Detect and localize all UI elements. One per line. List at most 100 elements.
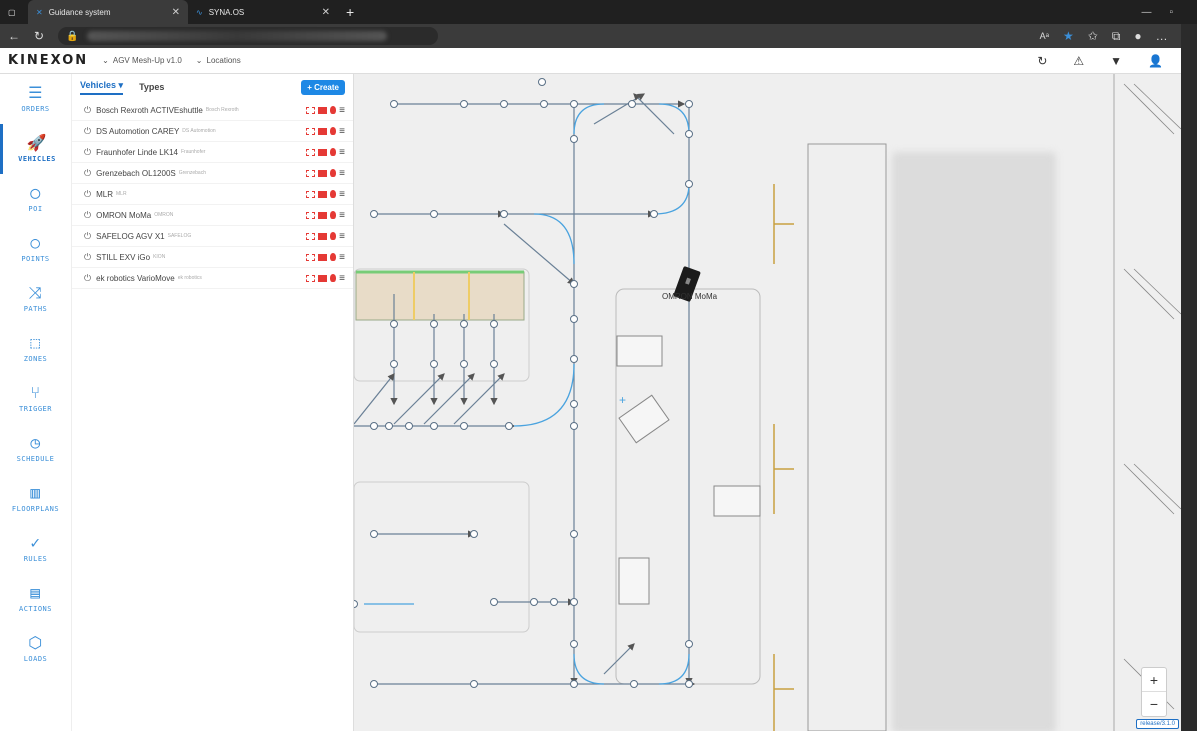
path-node[interactable]: [570, 422, 578, 430]
read-aloud-icon[interactable]: Aᵃ: [1040, 31, 1049, 41]
favorites-icon[interactable]: ✩: [1088, 29, 1098, 43]
power-icon[interactable]: ⏻: [84, 210, 91, 221]
zone-icon[interactable]: [306, 274, 316, 282]
nav-item-points[interactable]: ○ POINTS: [0, 224, 71, 274]
zone-icon[interactable]: [306, 232, 316, 240]
path-node[interactable]: [570, 280, 578, 288]
path-node[interactable]: [354, 600, 358, 608]
path-node[interactable]: [370, 422, 378, 430]
browser-tab-guidance[interactable]: ✕ Guidance system ✕: [28, 0, 188, 24]
nav-item-paths[interactable]: ⤨ PATHS: [0, 274, 71, 324]
nav-item-rules[interactable]: ✓ RULES: [0, 524, 71, 574]
path-node[interactable]: [385, 422, 393, 430]
path-node[interactable]: [430, 360, 438, 368]
path-node[interactable]: [570, 598, 578, 606]
back-icon[interactable]: ←: [8, 29, 20, 43]
path-node[interactable]: [490, 598, 498, 606]
zoom-in-button[interactable]: +: [1142, 668, 1166, 692]
path-node[interactable]: [430, 422, 438, 430]
path-node[interactable]: [685, 130, 693, 138]
power-icon[interactable]: ⏻: [84, 252, 91, 263]
star-icon[interactable]: ★: [1063, 29, 1074, 43]
path-node[interactable]: [570, 135, 578, 143]
stop-icon[interactable]: [318, 169, 328, 177]
nav-item-trigger[interactable]: ⑂ TRIGGER: [0, 374, 71, 424]
profile-icon[interactable]: ●: [1134, 29, 1141, 43]
path-node[interactable]: [570, 355, 578, 363]
create-button[interactable]: + Create: [301, 79, 345, 95]
zone-icon[interactable]: [306, 211, 316, 219]
path-node[interactable]: [570, 400, 578, 408]
path-node[interactable]: [470, 680, 478, 688]
close-icon[interactable]: ✕: [172, 7, 180, 18]
vehicle-row[interactable]: ⏻ MLR MLR ≡: [72, 184, 353, 205]
vehicle-row[interactable]: ⏻ Grenzebach OL1200S Grenzebach ≡: [72, 163, 353, 184]
fire-icon[interactable]: [330, 253, 337, 261]
path-node[interactable]: [505, 422, 513, 430]
menu-icon[interactable]: ≡: [339, 168, 345, 179]
tab-actions-icon[interactable]: ▢: [0, 0, 28, 24]
zone-icon[interactable]: [306, 253, 316, 261]
map-canvas[interactable]: OMRON MoMa +: [354, 74, 1181, 731]
menu-icon[interactable]: ≡: [339, 231, 345, 242]
vehicle-row[interactable]: ⏻ SAFELOG AGV X1 SAFELOG ≡: [72, 226, 353, 247]
zone-icon[interactable]: [306, 106, 316, 114]
path-node[interactable]: [685, 640, 693, 648]
power-icon[interactable]: ⏻: [84, 168, 91, 179]
zone-icon[interactable]: [306, 190, 316, 198]
path-node[interactable]: [570, 100, 578, 108]
path-node[interactable]: [538, 78, 546, 86]
path-node[interactable]: [370, 530, 378, 538]
path-node[interactable]: [460, 100, 468, 108]
nav-item-actions[interactable]: ▤ ACTIONS: [0, 574, 71, 624]
path-node[interactable]: [570, 315, 578, 323]
path-node[interactable]: [500, 210, 508, 218]
menu-icon[interactable]: ≡: [339, 210, 345, 221]
zone-icon[interactable]: [306, 148, 316, 156]
power-icon[interactable]: ⏻: [84, 273, 91, 284]
menu-icon[interactable]: ≡: [339, 252, 345, 263]
path-node[interactable]: [550, 598, 558, 606]
fire-icon[interactable]: [330, 106, 337, 114]
menu-icon[interactable]: ≡: [339, 147, 345, 158]
menu-icon[interactable]: ≡: [339, 273, 345, 284]
path-node[interactable]: [460, 360, 468, 368]
fire-icon[interactable]: [330, 232, 337, 240]
vehicle-row[interactable]: ⏻ STILL EXV iGo KION ≡: [72, 247, 353, 268]
path-node[interactable]: [405, 422, 413, 430]
vehicle-row[interactable]: ⏻ DS Automotion CAREY DS Automotion ≡: [72, 121, 353, 142]
fire-icon[interactable]: [330, 169, 337, 177]
vehicle-row[interactable]: ⏻ OMRON MoMa OMRON ≡: [72, 205, 353, 226]
path-node[interactable]: [460, 422, 468, 430]
fire-icon[interactable]: [330, 211, 337, 219]
more-icon[interactable]: …: [1156, 29, 1168, 43]
path-node[interactable]: [490, 360, 498, 368]
path-node[interactable]: [628, 100, 636, 108]
nav-item-orders[interactable]: ☰ ORDERS: [0, 74, 71, 124]
new-tab-button[interactable]: +: [338, 0, 362, 24]
zone-icon[interactable]: [306, 169, 316, 177]
refresh-icon[interactable]: ↻: [34, 29, 44, 43]
stop-icon[interactable]: [318, 274, 328, 282]
path-node[interactable]: [390, 360, 398, 368]
path-node[interactable]: [370, 680, 378, 688]
path-node[interactable]: [540, 100, 548, 108]
fire-icon[interactable]: [330, 148, 337, 156]
path-node[interactable]: [530, 598, 538, 606]
vehicle-row[interactable]: ⏻ Fraunhofer Linde LK14 Fraunhofer ≡: [72, 142, 353, 163]
vehicle-row[interactable]: ⏻ ek robotics VarioMove ek robotics ≡: [72, 268, 353, 289]
power-icon[interactable]: ⏻: [84, 147, 91, 158]
path-node[interactable]: [570, 680, 578, 688]
path-node[interactable]: [685, 100, 693, 108]
tab-types[interactable]: Types: [139, 82, 164, 92]
stop-icon[interactable]: [318, 232, 328, 240]
nav-item-loads[interactable]: ⬡ LOADS: [0, 624, 71, 674]
restore-icon[interactable]: ▫: [1169, 7, 1173, 18]
path-node[interactable]: [500, 100, 508, 108]
nav-item-schedule[interactable]: ◷ SCHEDULE: [0, 424, 71, 474]
path-node[interactable]: [470, 530, 478, 538]
vehicle-row[interactable]: ⏻ Bosch Rexroth ACTIVEshuttle Bosch Rexr…: [72, 100, 353, 121]
warning-icon[interactable]: ⚠: [1073, 54, 1084, 68]
path-node[interactable]: [650, 210, 658, 218]
filter-icon[interactable]: ▼: [1110, 54, 1122, 68]
